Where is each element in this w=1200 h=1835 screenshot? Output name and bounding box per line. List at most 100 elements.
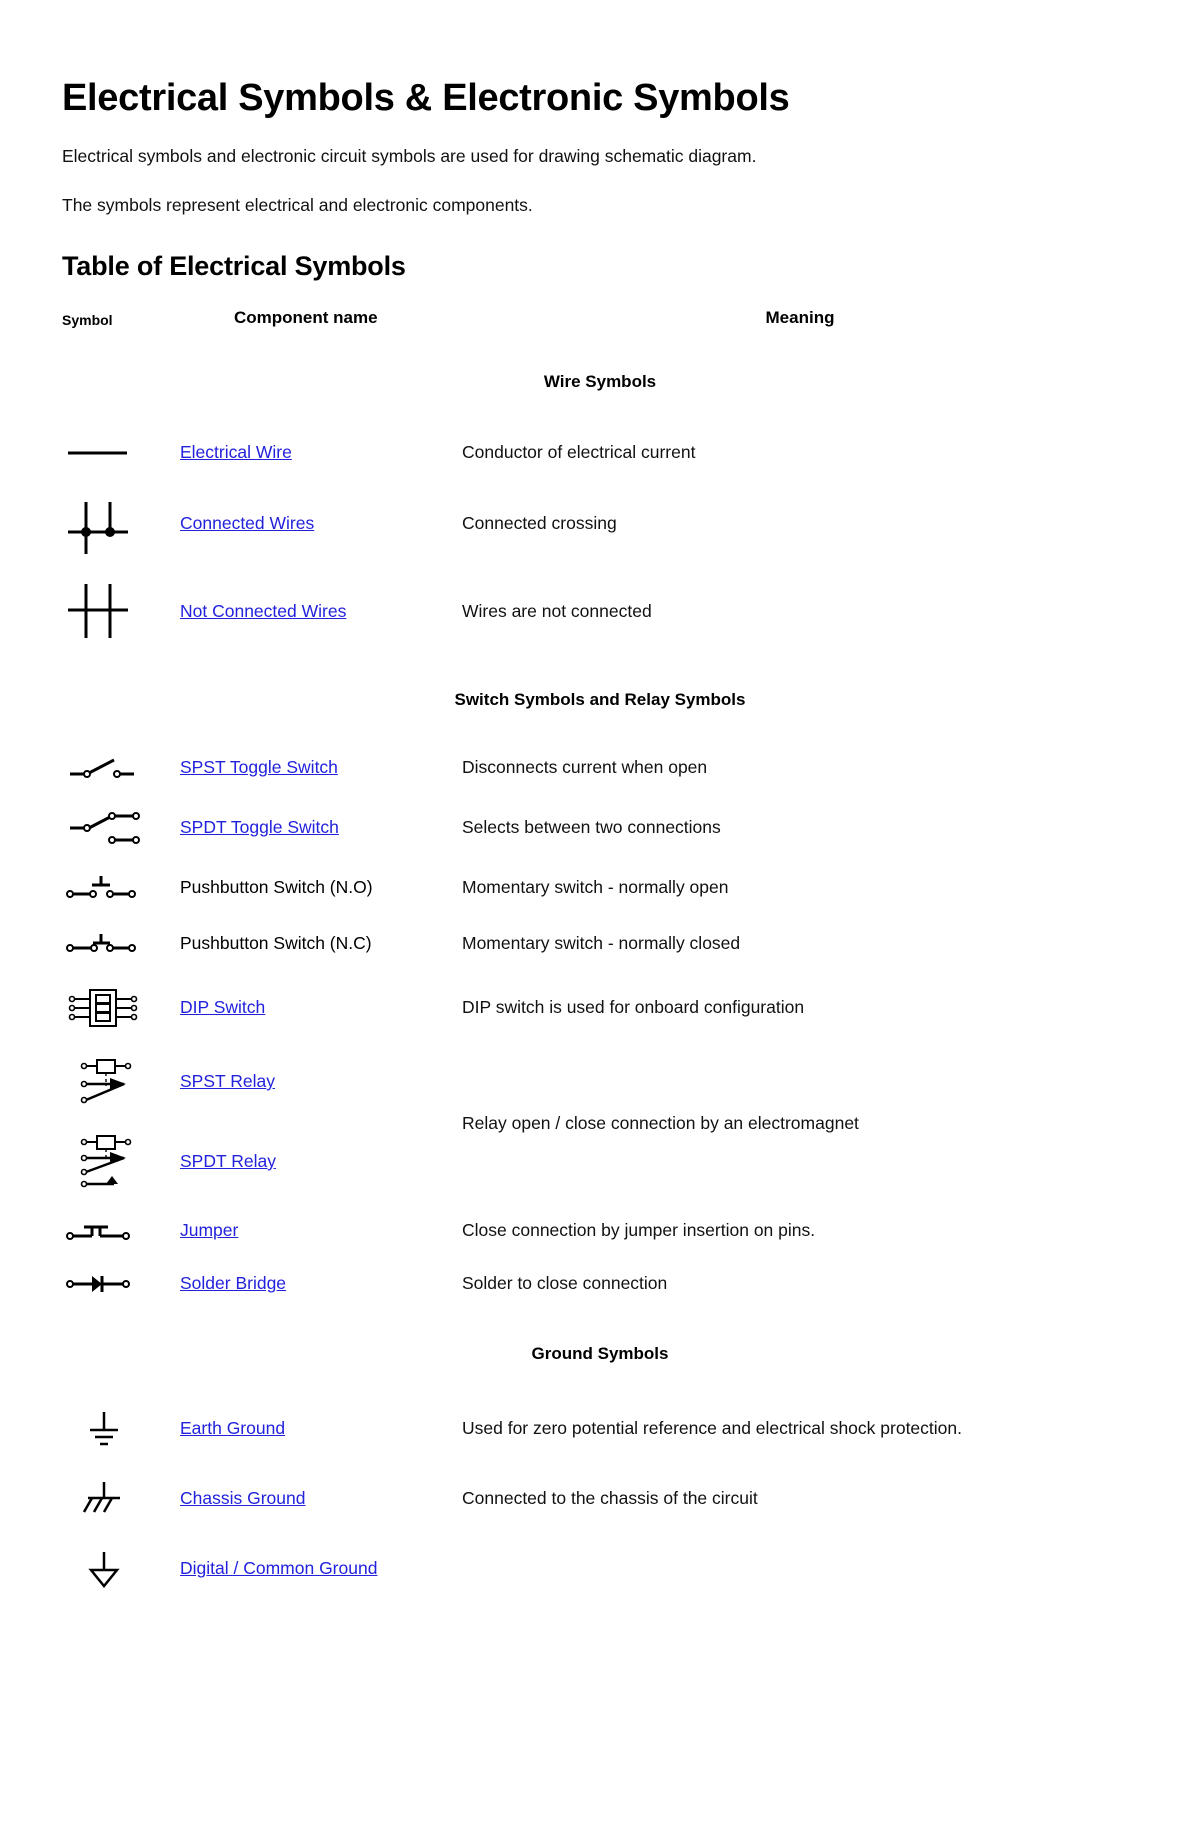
symbol-cell: [62, 796, 180, 860]
symbol-cell: [62, 860, 180, 916]
table-row: Connected Wires Connected crossing: [62, 480, 1138, 568]
meaning-cell: Close connection by jumper insertion on …: [462, 1219, 816, 1240]
table-row: Jumper Close connection by jumper insert…: [62, 1204, 1138, 1258]
table-row: Not Connected Wires Wires are not connec…: [62, 568, 1138, 656]
intro-paragraph-1: Electrical symbols and electronic circui…: [62, 145, 757, 166]
meaning-cell: Selects between two connections: [462, 816, 721, 837]
component-name-cell[interactable]: SPDT Toggle Switch: [180, 796, 462, 860]
column-header-symbol: Symbol: [62, 311, 113, 328]
digital-common-ground-icon: [88, 1551, 120, 1588]
table-row: Pushbutton Switch (N.C) Momentary switch…: [62, 916, 1138, 972]
spst-relay-icon: [80, 1058, 132, 1103]
table-row: DIP Switch DIP switch is used for onboar…: [62, 972, 1138, 1044]
symbol-cell: [62, 740, 180, 796]
meaning-cell: Relay open / close connection by an elec…: [462, 1112, 859, 1133]
meaning-cell: Connected crossing: [462, 512, 617, 533]
earth-ground-icon: [90, 1411, 118, 1445]
table-body: Wire Symbols Electrical Wire Conductor o…: [62, 338, 1138, 1604]
component-name-cell[interactable]: SPST Relay: [180, 1044, 462, 1120]
component-name-cell[interactable]: Jumper: [180, 1204, 462, 1258]
table-row: Pushbutton Switch (N.O) Momentary switch…: [62, 860, 1138, 916]
symbol-cell: [62, 480, 180, 568]
table-row: Chassis Ground Connected to the chassis …: [62, 1464, 1138, 1534]
symbol-cell: [62, 426, 180, 480]
meaning-cell: Disconnects current when open: [462, 756, 708, 777]
component-name-cell: Pushbutton Switch (N.C): [180, 916, 462, 972]
not-connected-wires-icon: [68, 583, 128, 638]
meaning-cell: Connected to the chassis of the circuit: [462, 1487, 758, 1508]
component-name-cell[interactable]: Electrical Wire: [180, 426, 462, 480]
label-pushbutton-switch-no: Pushbutton Switch (N.O): [180, 877, 373, 898]
solder-bridge-icon: [66, 1275, 130, 1292]
symbol-cell: [62, 1464, 180, 1534]
link-dip-switch[interactable]: DIP Switch: [180, 997, 265, 1017]
group-header-row-switch: Switch Symbols and Relay Symbols: [62, 656, 1138, 740]
chassis-ground-icon: [82, 1481, 120, 1513]
spdt-toggle-switch-icon: [70, 811, 140, 844]
group-label-wire-symbols: Wire Symbols: [543, 371, 657, 391]
table-row: Electrical Wire Conductor of electrical …: [62, 426, 1138, 480]
component-name-cell: Pushbutton Switch (N.O): [180, 860, 462, 916]
electrical-wire-icon: [68, 451, 127, 455]
table-row: Solder Bridge Solder to close connection: [62, 1258, 1138, 1310]
link-not-connected-wires[interactable]: Not Connected Wires: [180, 601, 346, 621]
table-row: Digital / Common Ground: [62, 1534, 1138, 1604]
page-title: Electrical Symbols & Electronic Symbols: [62, 77, 790, 119]
meaning-cell: Momentary switch - normally open: [462, 876, 729, 897]
symbol-cell: [62, 568, 180, 656]
meaning-cell: Wires are not connected: [462, 600, 652, 621]
group-header-row-ground: Ground Symbols: [62, 1310, 1138, 1394]
component-name-cell[interactable]: Digital / Common Ground: [180, 1534, 462, 1604]
table-row: SPDT Toggle Switch Selects between two c…: [62, 796, 1138, 860]
spst-toggle-switch-icon: [70, 758, 134, 778]
meaning-cell: Momentary switch - normally closed: [462, 932, 741, 953]
link-earth-ground[interactable]: Earth Ground: [180, 1418, 285, 1438]
component-name-cell[interactable]: Connected Wires: [180, 480, 462, 568]
symbol-cell: [62, 972, 180, 1044]
component-name-cell[interactable]: Chassis Ground: [180, 1464, 462, 1534]
table-row: SPST Relay Relay open / close connection…: [62, 1044, 1138, 1133]
symbol-cell: [62, 1394, 180, 1464]
component-name-cell[interactable]: Solder Bridge: [180, 1258, 462, 1310]
component-name-cell[interactable]: Not Connected Wires: [180, 568, 462, 656]
column-header-meaning: Meaning: [765, 307, 835, 327]
link-solder-bridge[interactable]: Solder Bridge: [180, 1273, 286, 1293]
component-name-cell[interactable]: SPST Toggle Switch: [180, 740, 462, 796]
component-name-cell[interactable]: SPDT Relay: [180, 1120, 462, 1204]
link-spdt-toggle-switch[interactable]: SPDT Toggle Switch: [180, 817, 339, 837]
link-electrical-wire[interactable]: Electrical Wire: [180, 442, 292, 462]
dip-switch-icon: [68, 988, 138, 1027]
section-title-table-of-electrical-symbols: Table of Electrical Symbols: [62, 250, 406, 281]
connected-wires-icon: [68, 501, 128, 554]
spdt-relay-icon: [80, 1134, 132, 1187]
label-pushbutton-switch-nc: Pushbutton Switch (N.C): [180, 933, 372, 954]
pushbutton-switch-nc-icon: [66, 933, 136, 952]
symbol-cell: [62, 1120, 180, 1204]
symbol-cell: [62, 1044, 180, 1120]
link-jumper[interactable]: Jumper: [180, 1220, 238, 1240]
meaning-cell: Solder to close connection: [462, 1272, 668, 1293]
meaning-cell: Conductor of electrical current: [462, 441, 696, 462]
jumper-icon: [66, 1225, 130, 1240]
intro-paragraph-2: The symbols represent electrical and ele…: [62, 194, 533, 215]
table-row: SPST Toggle Switch Disconnects current w…: [62, 740, 1138, 796]
link-spdt-relay[interactable]: SPDT Relay: [180, 1151, 276, 1171]
link-spst-relay[interactable]: SPST Relay: [180, 1071, 275, 1091]
link-connected-wires[interactable]: Connected Wires: [180, 513, 314, 533]
group-header-row-wire: Wire Symbols: [62, 338, 1138, 426]
table-row: Earth Ground Used for zero potential ref…: [62, 1394, 1138, 1464]
link-digital-common-ground[interactable]: Digital / Common Ground: [180, 1558, 377, 1578]
meaning-cell: [462, 1534, 1138, 1604]
component-name-cell[interactable]: DIP Switch: [180, 972, 462, 1044]
link-spst-toggle-switch[interactable]: SPST Toggle Switch: [180, 757, 338, 777]
document-page: Electrical Symbols & Electronic Symbols …: [0, 0, 1200, 1604]
meaning-cell: Used for zero potential reference and el…: [462, 1417, 962, 1438]
link-chassis-ground[interactable]: Chassis Ground: [180, 1488, 305, 1508]
symbol-cell: [62, 916, 180, 972]
table-header-row: Symbol Component name Meaning: [62, 308, 1138, 338]
column-header-component-name: Component name: [234, 307, 378, 327]
group-label-ground-symbols: Ground Symbols: [531, 1343, 669, 1363]
component-name-cell[interactable]: Earth Ground: [180, 1394, 462, 1464]
symbol-cell: [62, 1534, 180, 1604]
meaning-cell: DIP switch is used for onboard configura…: [462, 996, 805, 1017]
